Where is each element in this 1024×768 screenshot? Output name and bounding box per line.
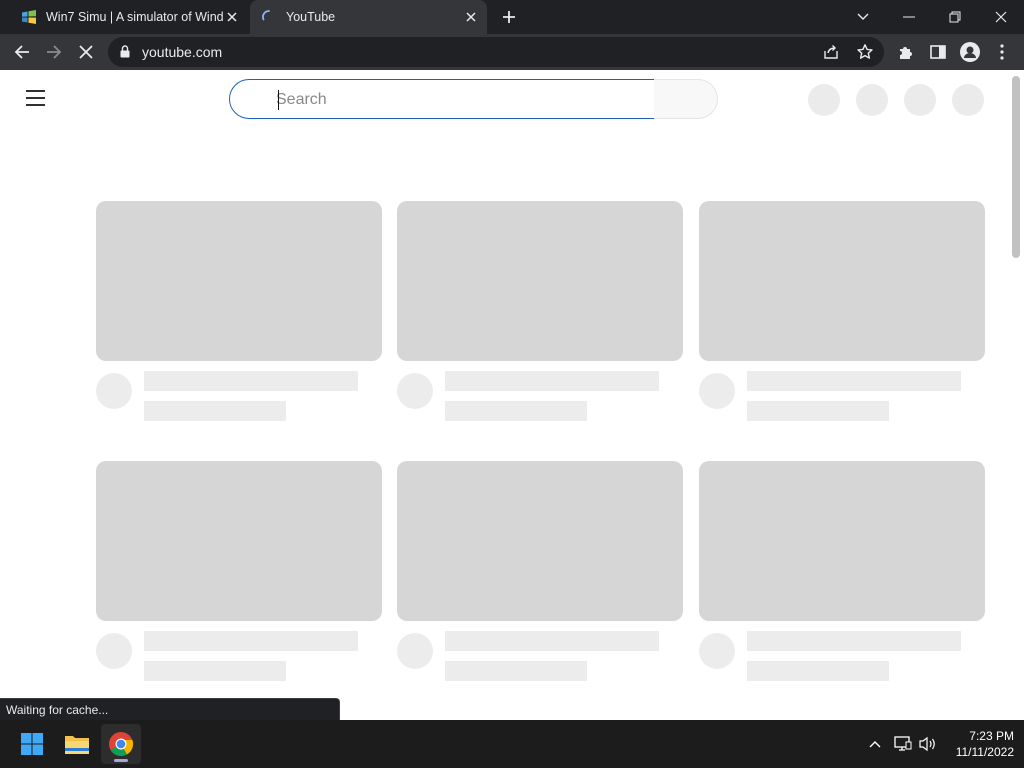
tab-youtube[interactable]: YouTube <box>250 0 487 34</box>
header-avatar-placeholder[interactable] <box>952 84 984 116</box>
clock-time: 7:23 PM <box>969 729 1014 743</box>
more-menu-kebab-icon[interactable] <box>988 38 1016 66</box>
new-tab-plus-icon[interactable] <box>498 6 520 28</box>
title-line-placeholder <box>144 631 358 651</box>
close-tab-icon[interactable] <box>462 8 480 26</box>
address-bar[interactable]: youtube.com <box>108 37 884 67</box>
meta-line-placeholder <box>144 401 286 421</box>
meta-line-placeholder <box>747 401 889 421</box>
title-line-placeholder <box>747 631 961 651</box>
tab-search-chevron-down-icon[interactable] <box>840 0 886 34</box>
channel-avatar-placeholder <box>397 373 433 409</box>
bookmark-star-icon[interactable] <box>856 43 874 66</box>
thumbnail-placeholder <box>699 201 985 361</box>
share-icon[interactable] <box>822 43 840 66</box>
search-button[interactable] <box>654 79 718 119</box>
system-clock[interactable]: 7:23 PM 11/11/2022 <box>940 728 1014 760</box>
forward-arrow-icon[interactable] <box>40 38 68 66</box>
side-panel-icon[interactable] <box>924 38 952 66</box>
channel-avatar-placeholder <box>397 633 433 669</box>
minimize-window-button[interactable] <box>886 0 932 34</box>
close-tab-icon[interactable] <box>223 8 241 26</box>
header-icon-placeholder[interactable] <box>808 84 840 116</box>
scrollbar-thumb[interactable] <box>1012 76 1020 258</box>
title-line-placeholder <box>144 371 358 391</box>
search-box[interactable] <box>229 79 655 119</box>
thumbnail-placeholder <box>397 461 683 621</box>
active-app-indicator <box>114 759 128 762</box>
extensions-puzzle-icon[interactable] <box>892 38 920 66</box>
lock-icon[interactable] <box>120 45 130 63</box>
hamburger-menu-icon[interactable] <box>26 90 46 106</box>
meta-line-placeholder <box>445 401 587 421</box>
profile-avatar-icon[interactable] <box>956 38 984 66</box>
status-text: Waiting for cache... <box>6 703 109 717</box>
clock-date: 11/11/2022 <box>955 745 1014 759</box>
channel-avatar-placeholder <box>699 633 735 669</box>
youtube-page <box>0 70 1024 720</box>
text-caret <box>278 90 279 110</box>
volume-speaker-icon[interactable] <box>916 732 940 756</box>
windows-favicon-icon <box>20 8 38 26</box>
network-monitor-icon[interactable] <box>891 732 915 756</box>
address-bar-url[interactable]: youtube.com <box>142 44 222 60</box>
thumbnail-placeholder <box>96 201 382 361</box>
windows-start-icon[interactable] <box>12 724 52 764</box>
title-line-placeholder <box>445 371 659 391</box>
chrome-taskbar-icon[interactable] <box>101 724 141 764</box>
search-input[interactable] <box>276 89 636 111</box>
header-icon-placeholder[interactable] <box>904 84 936 116</box>
status-bubble: Waiting for cache... <box>0 698 340 720</box>
loading-spinner-icon <box>260 8 278 26</box>
browser-tab-strip: Win7 Simu | A simulator of Wind YouTube <box>0 0 1024 34</box>
header-icon-placeholder[interactable] <box>856 84 888 116</box>
back-arrow-icon[interactable] <box>8 38 36 66</box>
stop-loading-icon[interactable] <box>72 38 100 66</box>
thumbnail-placeholder <box>699 461 985 621</box>
title-line-placeholder <box>445 631 659 651</box>
channel-avatar-placeholder <box>96 633 132 669</box>
page-scrollbar[interactable] <box>1010 72 1022 720</box>
meta-line-placeholder <box>747 661 889 681</box>
show-hidden-icons-chevron-up-icon[interactable] <box>863 732 887 756</box>
meta-line-placeholder <box>144 661 286 681</box>
channel-avatar-placeholder <box>699 373 735 409</box>
tab-title: Win7 Simu | A simulator of Wind <box>46 10 223 24</box>
tab-title: YouTube <box>286 10 336 24</box>
windows-taskbar: 7:23 PM 11/11/2022 <box>0 720 1024 768</box>
channel-avatar-placeholder <box>96 373 132 409</box>
restore-window-button[interactable] <box>932 0 978 34</box>
title-line-placeholder <box>747 371 961 391</box>
thumbnail-placeholder <box>96 461 382 621</box>
thumbnail-placeholder <box>397 201 683 361</box>
file-explorer-folder-icon[interactable] <box>57 724 97 764</box>
tab-win7-simu[interactable]: Win7 Simu | A simulator of Wind <box>10 0 248 34</box>
close-window-button[interactable] <box>978 0 1024 34</box>
meta-line-placeholder <box>445 661 587 681</box>
browser-toolbar: youtube.com <box>0 34 1024 70</box>
